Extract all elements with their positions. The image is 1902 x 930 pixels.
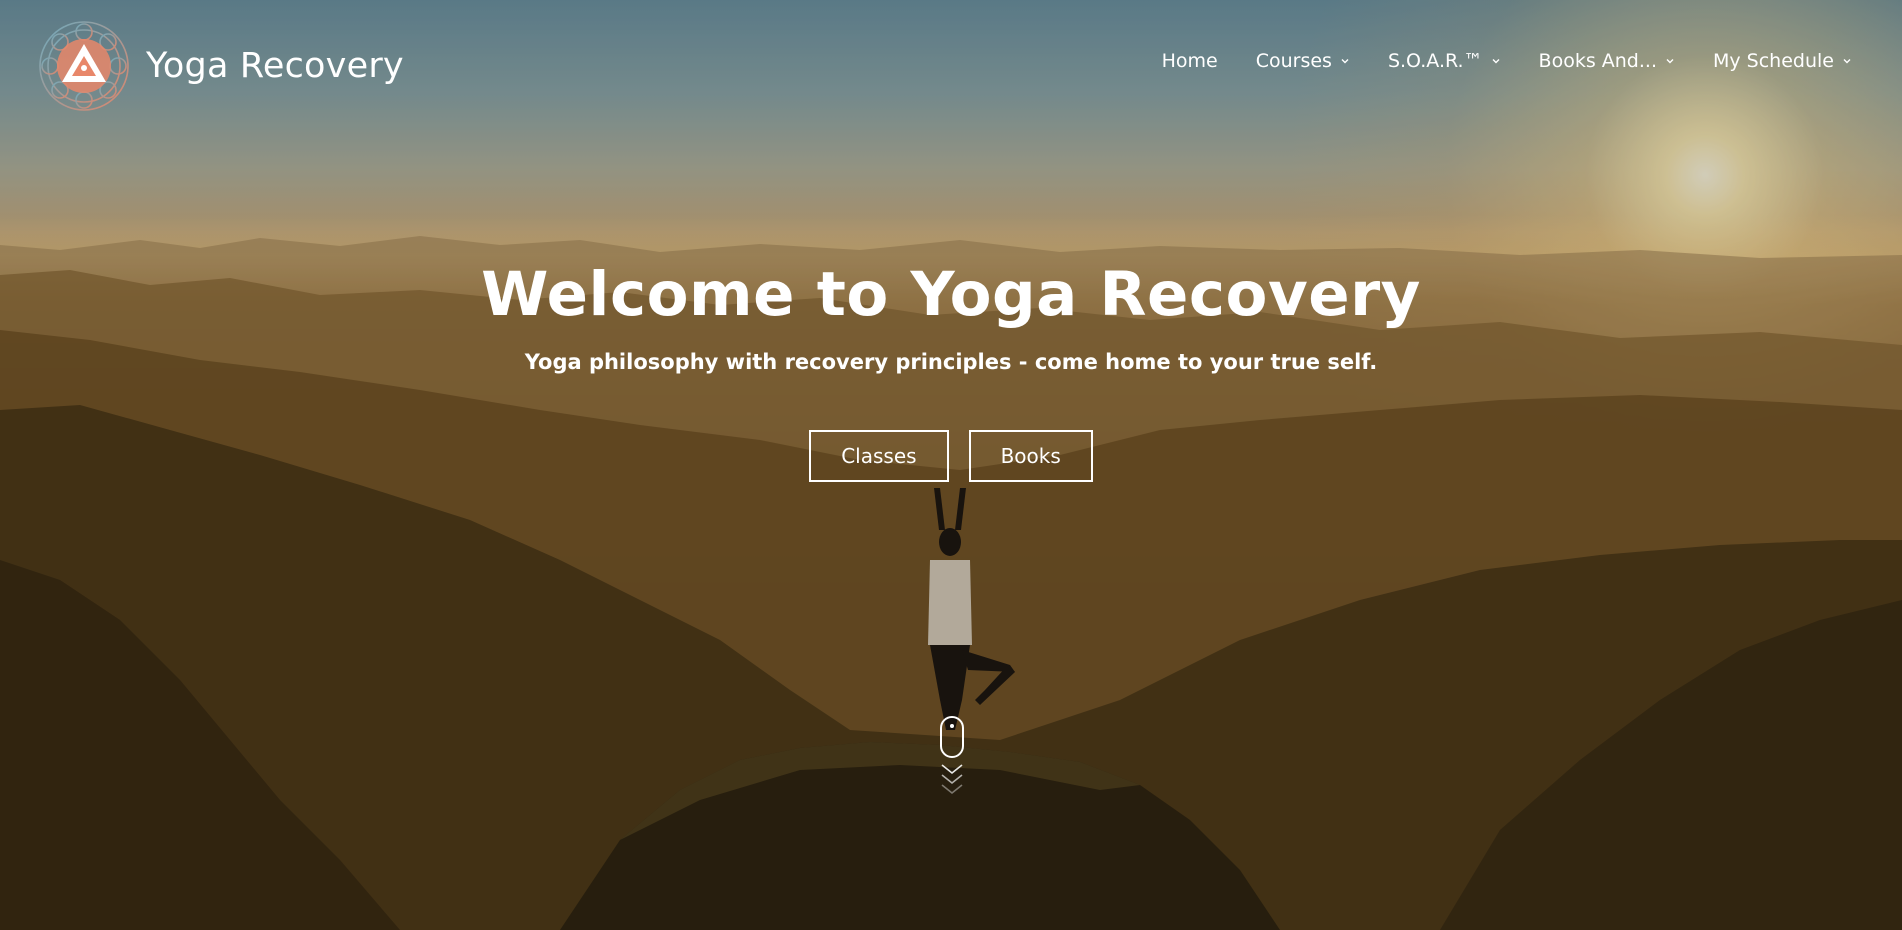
- nav-my-schedule[interactable]: My Schedule: [1713, 50, 1852, 72]
- main-nav: Home Courses S.O.A.R.™ Books And... My S…: [1124, 50, 1852, 72]
- mouse-scroll-icon[interactable]: [938, 715, 966, 805]
- nav-books-and[interactable]: Books And...: [1539, 50, 1675, 72]
- nav-soar[interactable]: S.O.A.R.™: [1388, 50, 1501, 72]
- nav-courses[interactable]: Courses: [1256, 50, 1350, 72]
- chevron-down-icon: [1492, 59, 1500, 64]
- site-header: Yoga Recovery Home Courses S.O.A.R.™ Boo…: [0, 0, 1902, 130]
- brand[interactable]: Yoga Recovery: [36, 18, 404, 114]
- hero-buttons: Classes Books: [0, 430, 1902, 482]
- site-title[interactable]: Yoga Recovery: [146, 46, 404, 86]
- nav-my-schedule-label[interactable]: My Schedule: [1713, 50, 1834, 72]
- mandala-logo-icon[interactable]: [36, 18, 132, 114]
- classes-button[interactable]: Classes: [809, 430, 949, 482]
- nav-books-and-label[interactable]: Books And...: [1539, 50, 1657, 72]
- hero-title: Welcome to Yoga Recovery: [481, 259, 1421, 330]
- hero-content: Welcome to Yoga Recovery Yoga philosophy…: [0, 255, 1902, 374]
- nav-home[interactable]: Home: [1162, 50, 1218, 72]
- nav-courses-label[interactable]: Courses: [1256, 50, 1332, 72]
- nav-soar-label[interactable]: S.O.A.R.™: [1388, 50, 1483, 72]
- nav-home-label[interactable]: Home: [1162, 50, 1218, 72]
- chevron-down-icon: [1843, 59, 1851, 64]
- chevron-down-icon: [1341, 59, 1349, 64]
- hero-subtitle: Yoga philosophy with recovery principles…: [524, 350, 1378, 374]
- chevron-down-icon: [1666, 59, 1674, 64]
- books-button[interactable]: Books: [968, 430, 1093, 482]
